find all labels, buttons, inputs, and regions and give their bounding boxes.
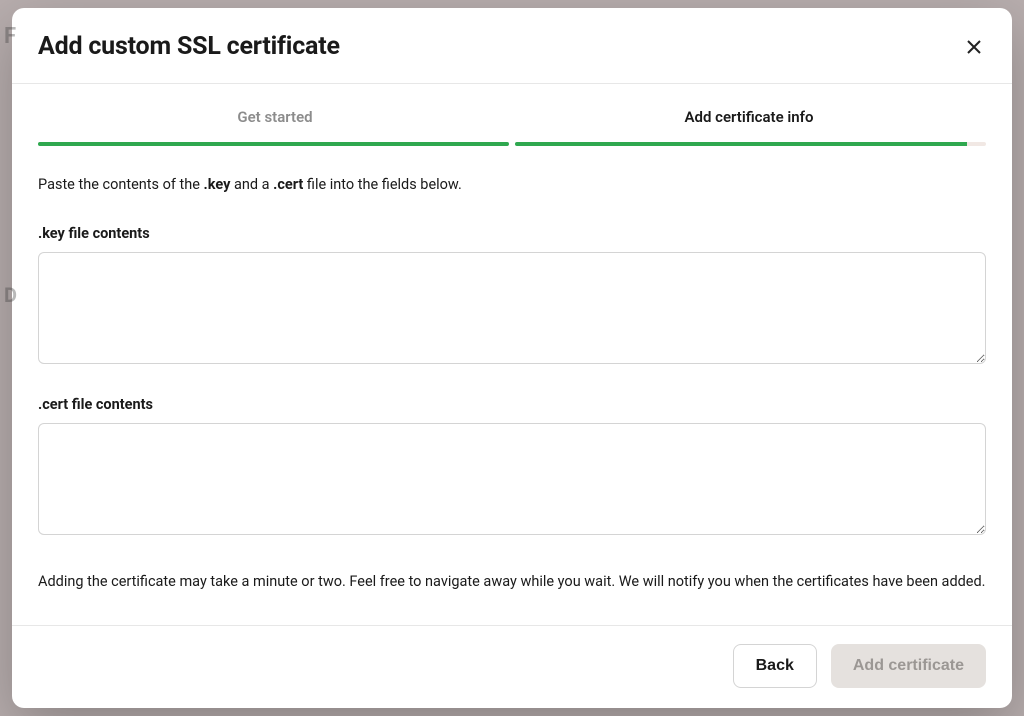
modal-header: Add custom SSL certificate bbox=[12, 8, 1012, 84]
step-add-certificate-info[interactable]: Add certificate info bbox=[512, 108, 986, 136]
stepper-progress bbox=[38, 142, 986, 146]
close-icon bbox=[966, 39, 982, 55]
instruction-text: Paste the contents of the .key and a .ce… bbox=[38, 174, 986, 195]
instruction-mid: and a bbox=[230, 176, 273, 193]
background-fragment: D bbox=[4, 280, 17, 310]
modal-footer: Back Add certificate bbox=[12, 625, 1012, 708]
modal-title: Add custom SSL certificate bbox=[38, 32, 340, 61]
modal-body: Get started Add certificate info Paste t… bbox=[12, 84, 1012, 625]
back-button[interactable]: Back bbox=[733, 644, 817, 688]
cert-file-textarea[interactable] bbox=[38, 423, 986, 535]
add-certificate-button[interactable]: Add certificate bbox=[831, 644, 986, 688]
instruction-key-ext: .key bbox=[204, 176, 231, 193]
stepper: Get started Add certificate info bbox=[38, 108, 986, 136]
step-get-started[interactable]: Get started bbox=[38, 108, 512, 136]
processing-note: Adding the certificate may take a minute… bbox=[38, 571, 986, 593]
cert-file-label: .cert file contents bbox=[38, 396, 986, 413]
instruction-suffix: file into the fields below. bbox=[303, 176, 461, 193]
progress-segment-1 bbox=[38, 142, 509, 146]
background-fragment: F bbox=[4, 20, 16, 53]
key-file-field: .key file contents bbox=[38, 225, 986, 368]
instruction-cert-ext: .cert bbox=[273, 176, 303, 193]
cert-file-field: .cert file contents bbox=[38, 396, 986, 539]
progress-segment-2 bbox=[515, 142, 986, 146]
instruction-prefix: Paste the contents of the bbox=[38, 176, 204, 193]
key-file-textarea[interactable] bbox=[38, 252, 986, 364]
close-button[interactable] bbox=[962, 35, 986, 59]
add-ssl-certificate-modal: Add custom SSL certificate Get started A… bbox=[12, 8, 1012, 708]
key-file-label: .key file contents bbox=[38, 225, 986, 242]
